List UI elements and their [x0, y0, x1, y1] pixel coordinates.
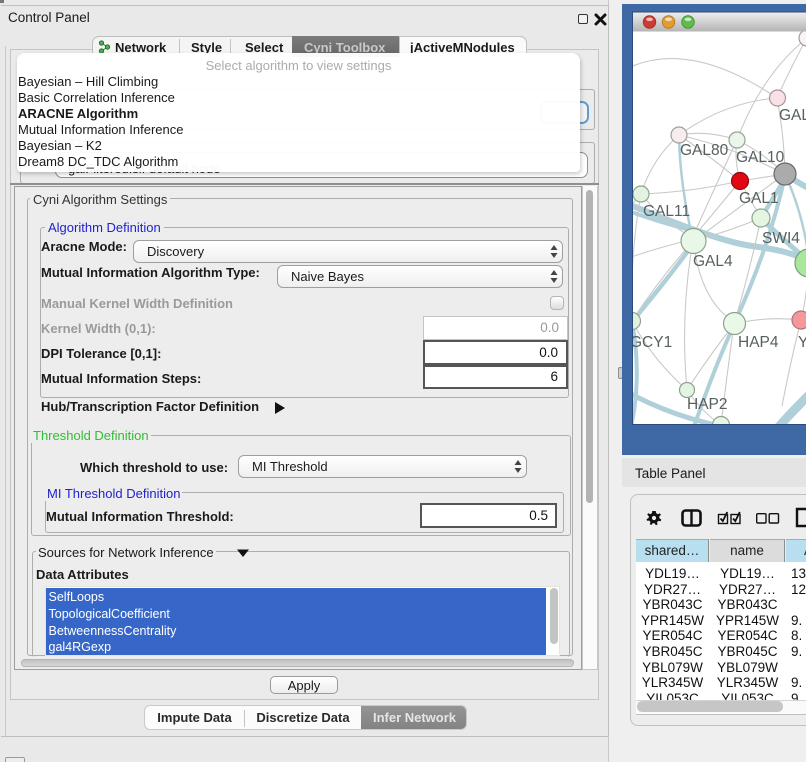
svg-text:GAL: GAL [779, 107, 806, 124]
svg-text:GAL11: GAL11 [643, 203, 690, 220]
svg-text:HAP4: HAP4 [738, 334, 779, 351]
svg-text:SWI4: SWI4 [762, 230, 800, 247]
svg-text:GAL1: GAL1 [739, 190, 779, 207]
svg-text:GAL10: GAL10 [736, 149, 785, 166]
svg-text:HAP2: HAP2 [687, 396, 728, 413]
svg-text:GAL4: GAL4 [693, 253, 733, 270]
svg-text:GAL80: GAL80 [680, 142, 729, 159]
svg-text:Y: Y [798, 334, 806, 351]
svg-text:GCY1: GCY1 [630, 334, 672, 351]
